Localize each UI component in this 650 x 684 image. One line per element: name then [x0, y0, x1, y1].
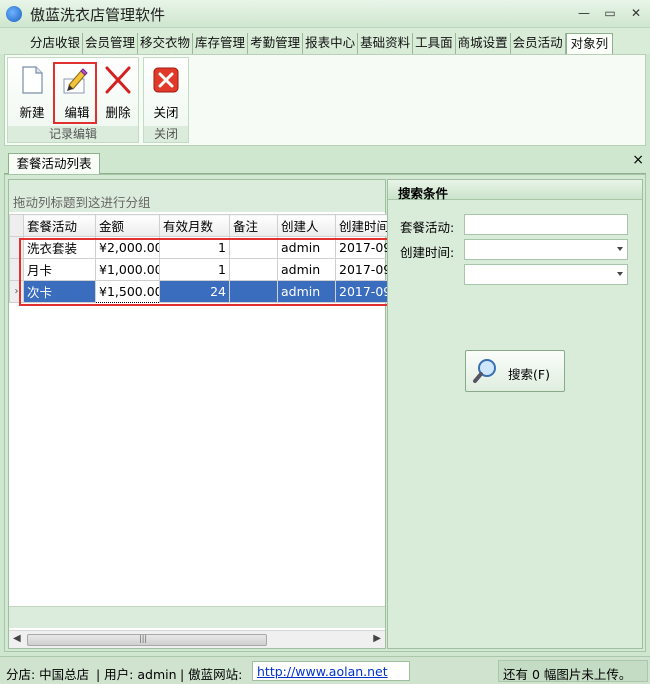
edit-pencil-icon: [63, 68, 88, 94]
tab-attendance[interactable]: 考勤管理: [248, 33, 304, 54]
title-bar: 傲蓝洗衣店管理软件 — ▭ ✕: [0, 0, 650, 28]
current-row-marker[interactable]: ›: [9, 280, 24, 303]
cell-months[interactable]: 24: [159, 280, 230, 303]
cell-amount[interactable]: ¥1,500.00: [95, 280, 160, 303]
menu-tabs: 分店收银 会员管理 移交衣物 库存管理 考勤管理 报表中心 基础资料 工具面 商…: [28, 33, 614, 54]
created-time-label: 创建时间:: [400, 245, 455, 260]
close-group-label: 关闭: [144, 126, 188, 142]
column-header-creator[interactable]: 创建人: [277, 214, 336, 237]
new-document-icon: [22, 66, 43, 94]
close-group: 关闭 关闭: [143, 57, 189, 143]
cell-creator[interactable]: admin: [277, 280, 336, 303]
activity-label: 套餐活动:: [400, 220, 455, 235]
scroll-left-icon[interactable]: ◀: [13, 633, 21, 644]
column-header-created-time[interactable]: 创建时间: [335, 214, 388, 237]
new-button-label: 新建: [19, 105, 45, 120]
data-grid: 套餐活动 金额 有效月数 备注 创建人 创建时间 洗衣套装 ¥2,000.00 …: [9, 214, 388, 303]
created-time-to-dropdown[interactable]: [464, 264, 628, 285]
tab-member-management[interactable]: 会员管理: [83, 33, 139, 54]
row-header[interactable]: [9, 258, 24, 281]
record-edit-group: 新建 编辑 删除 记录编辑: [7, 57, 139, 143]
tab-basic-data[interactable]: 基础资料: [358, 33, 414, 54]
edit-button-label: 编辑: [64, 105, 90, 120]
table-row-selected[interactable]: › 次卡 ¥1,500.00 24 admin 2017-09-: [9, 280, 388, 303]
tab-tools[interactable]: 工具面: [413, 33, 456, 54]
group-by-hint: 拖动列标题到这进行分组: [9, 180, 385, 212]
close-button-label: 关闭: [153, 105, 179, 120]
delete-x-icon: [105, 66, 131, 94]
cell-amount[interactable]: ¥1,000.00: [95, 258, 160, 281]
column-header-amount[interactable]: 金额: [95, 214, 160, 237]
scrollbar-grip-icon: |||: [139, 634, 148, 643]
created-time-from-dropdown[interactable]: [464, 239, 628, 260]
website-label: | 傲蓝网站:: [180, 667, 243, 682]
branch-status: 分店: 中国总店: [6, 667, 90, 682]
activity-input[interactable]: [464, 214, 628, 235]
cell-amount[interactable]: ¥2,000.00: [95, 236, 160, 259]
column-header-note[interactable]: 备注: [229, 214, 278, 237]
user-status: | 用户: admin: [96, 667, 177, 682]
close-button[interactable]: 关闭: [144, 62, 188, 124]
cell-note[interactable]: [229, 280, 278, 303]
tab-mall-settings[interactable]: 商城设置: [456, 33, 511, 54]
tab-transfer-clothes[interactable]: 移交衣物: [138, 33, 194, 54]
cell-activity[interactable]: 次卡: [23, 280, 96, 303]
tab-branch-cashier[interactable]: 分店收银: [28, 33, 84, 54]
close-red-icon: [153, 67, 179, 93]
app-logo-icon: [6, 6, 22, 22]
table-row[interactable]: 洗衣套装 ¥2,000.00 1 admin 2017-09-: [9, 236, 388, 259]
new-button[interactable]: 新建: [10, 62, 54, 124]
tab-reports[interactable]: 报表中心: [303, 33, 359, 54]
document-close-icon[interactable]: ×: [632, 152, 644, 168]
delete-button-label: 删除: [105, 105, 131, 120]
record-edit-group-label: 记录编辑: [8, 126, 138, 142]
cell-created-time[interactable]: 2017-09-: [335, 236, 388, 259]
cell-activity[interactable]: 洗衣套装: [23, 236, 96, 259]
search-button[interactable]: 搜索(F): [465, 350, 565, 392]
cell-created-time[interactable]: 2017-09-: [335, 258, 388, 281]
status-bar: 分店: 中国总店 | 用户: admin | 傲蓝网站: http://www.…: [0, 656, 650, 684]
search-panel: 搜索条件 套餐活动: 创建时间: 搜索(F): [387, 179, 643, 649]
chevron-down-icon[interactable]: [617, 272, 623, 276]
search-panel-title: 搜索条件: [388, 180, 642, 201]
maximize-button[interactable]: ▭: [600, 4, 620, 22]
edit-button[interactable]: 编辑: [53, 62, 97, 124]
tab-member-activities[interactable]: 会员活动: [511, 33, 566, 54]
minimize-button[interactable]: —: [574, 4, 594, 22]
search-button-label: 搜索(F): [508, 367, 550, 382]
document-tab-bar: 套餐活动列表 ×: [4, 150, 646, 174]
grid-footer: [9, 606, 385, 628]
close-window-button[interactable]: ✕: [626, 4, 646, 22]
row-header-corner: [9, 214, 24, 237]
data-grid-panel: 拖动列标题到这进行分组 套餐活动 金额 有效月数 备注 创建人 创建时间 洗衣套…: [8, 179, 389, 649]
scroll-right-icon[interactable]: ▶: [373, 633, 381, 644]
chevron-down-icon[interactable]: [617, 247, 623, 251]
row-header[interactable]: [9, 236, 24, 259]
ribbon: 新建 编辑 删除 记录编辑 关闭 关闭: [4, 54, 646, 146]
delete-button[interactable]: 删除: [96, 62, 140, 124]
menu-bar: 分店收银 会员管理 移交衣物 库存管理 考勤管理 报表中心 基础资料 工具面 商…: [0, 28, 650, 54]
website-link[interactable]: http://www.aolan.net: [252, 661, 410, 681]
column-header-activity[interactable]: 套餐活动: [23, 214, 96, 237]
window-title: 傲蓝洗衣店管理软件: [30, 6, 166, 24]
tab-object-list[interactable]: 对象列: [565, 33, 614, 54]
cell-months[interactable]: 1: [159, 258, 230, 281]
tab-package-activity-list[interactable]: 套餐活动列表: [8, 153, 100, 174]
tab-inventory[interactable]: 库存管理: [193, 33, 249, 54]
grid-header-row: 套餐活动 金额 有效月数 备注 创建人 创建时间: [9, 214, 388, 237]
cell-creator[interactable]: admin: [277, 258, 336, 281]
cell-created-time[interactable]: 2017-09-: [335, 280, 388, 303]
cell-activity[interactable]: 月卡: [23, 258, 96, 281]
table-row[interactable]: 月卡 ¥1,000.00 1 admin 2017-09-: [9, 258, 388, 281]
cell-note[interactable]: [229, 236, 278, 259]
horizontal-scrollbar[interactable]: ◀ ||| ▶: [9, 630, 385, 648]
cell-creator[interactable]: admin: [277, 236, 336, 259]
upload-status: 还有 0 幅图片未上传。: [498, 660, 648, 682]
main-area: 拖动列标题到这进行分组 套餐活动 金额 有效月数 备注 创建人 创建时间 洗衣套…: [4, 174, 646, 652]
cell-months[interactable]: 1: [159, 236, 230, 259]
cell-note[interactable]: [229, 258, 278, 281]
column-header-months[interactable]: 有效月数: [159, 214, 230, 237]
magnifier-icon: [473, 359, 496, 383]
